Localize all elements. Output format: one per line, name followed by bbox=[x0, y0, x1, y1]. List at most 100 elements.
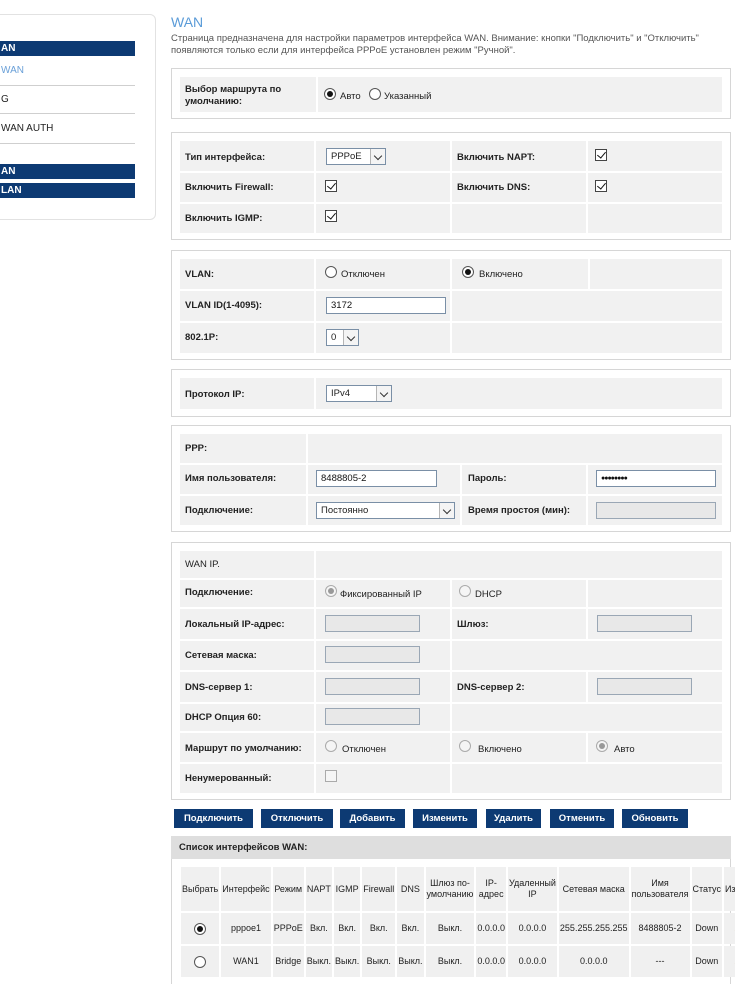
col-igmp: IGMP bbox=[333, 867, 361, 911]
napt-checkbox[interactable] bbox=[595, 149, 607, 161]
wanip-connection-label: Подключение: bbox=[185, 587, 254, 598]
cell-dns: Вкл. bbox=[397, 913, 424, 944]
ppp-idle-input[interactable] bbox=[596, 502, 716, 519]
iface-type-select[interactable]: PPPoE bbox=[326, 148, 386, 165]
col-remote-ip: Удаленный IP bbox=[507, 867, 557, 911]
cell-mode: PPPoE bbox=[272, 913, 304, 944]
chevron-down-icon bbox=[439, 503, 454, 518]
iface-type-label: Тип интерфейса: bbox=[185, 152, 266, 163]
add-button[interactable]: Добавить bbox=[340, 809, 405, 828]
vlan-label: VLAN: bbox=[185, 269, 215, 280]
wanip-dhcp-label: DHCP bbox=[475, 589, 502, 600]
vlan-off-label: Отключен bbox=[341, 269, 385, 280]
col-select: Выбрать bbox=[181, 867, 220, 911]
ppp-password-label: Пароль: bbox=[468, 473, 507, 484]
ppp-idle-label: Время простоя (мин): bbox=[468, 505, 571, 516]
default-route-auto-radio[interactable] bbox=[596, 740, 608, 752]
modify-button[interactable]: Изменить bbox=[413, 809, 477, 828]
vlan-priority-select[interactable]: 0 bbox=[326, 329, 359, 346]
dhcp60-input[interactable] bbox=[325, 708, 420, 725]
default-route-off-radio[interactable] bbox=[325, 740, 337, 752]
cell-remote-ip: 0.0.0.0 bbox=[507, 946, 557, 977]
cell-napt: Выкл. bbox=[305, 946, 332, 977]
ppp-connection-select[interactable]: Постоянно bbox=[316, 502, 455, 519]
vlan-id-input[interactable] bbox=[326, 297, 446, 314]
protocol-panel: Протокол IP: IPv4 bbox=[171, 369, 731, 417]
route-label: Выбор маршрута по умолчанию: bbox=[185, 84, 282, 107]
default-route-label: Маршрут по умолчанию: bbox=[185, 743, 302, 754]
local-ip-input[interactable] bbox=[325, 615, 420, 632]
default-route-on-radio[interactable] bbox=[459, 740, 471, 752]
dns2-input[interactable] bbox=[597, 678, 692, 695]
igmp-label: Включить IGMP: bbox=[185, 213, 263, 224]
cell-gateway: Выкл. bbox=[425, 946, 475, 977]
chevron-down-icon bbox=[376, 386, 391, 401]
cell-igmp: Выкл. bbox=[333, 946, 361, 977]
cell-user: --- bbox=[630, 946, 690, 977]
col-mask: Сетевая маска bbox=[558, 867, 629, 911]
unnumbered-checkbox[interactable] bbox=[325, 770, 337, 782]
local-ip-label: Локальный IP-адрес: bbox=[185, 619, 285, 630]
row-select-radio[interactable] bbox=[194, 955, 207, 968]
wanip-panel: WAN IP. Подключение: Фиксированный IP DH… bbox=[171, 542, 731, 800]
sidebar-divider bbox=[0, 143, 135, 144]
ppp-title: PPP: bbox=[185, 443, 208, 454]
cell-ip: 0.0.0.0 bbox=[476, 913, 506, 944]
cell-dns: Выкл. bbox=[397, 946, 424, 977]
row-select-radio[interactable] bbox=[194, 922, 207, 935]
sidebar-item-wan[interactable]: WAN bbox=[0, 64, 135, 78]
dns2-label: DNS-сервер 2: bbox=[457, 682, 525, 693]
dns1-label: DNS-сервер 1: bbox=[185, 682, 253, 693]
cell-mask: 0.0.0.0 bbox=[558, 946, 629, 977]
route-panel: Выбор маршрута по умолчанию: Авто Указан… bbox=[171, 68, 731, 119]
col-edit: Изменить bbox=[723, 867, 735, 911]
route-specified-radio[interactable] bbox=[369, 88, 381, 100]
sidebar-divider bbox=[0, 85, 135, 86]
sidebar-item-lan-group[interactable]: LAN bbox=[0, 183, 135, 198]
delete-button[interactable]: Удалить bbox=[486, 809, 541, 828]
route-auto-radio[interactable] bbox=[324, 88, 336, 100]
cell-ip: 0.0.0.0 bbox=[476, 946, 506, 977]
vlan-on-label: Включено bbox=[479, 269, 523, 280]
igmp-checkbox[interactable] bbox=[325, 210, 337, 222]
unnumbered-label: Ненумерованный: bbox=[185, 773, 272, 784]
refresh-button[interactable]: Обновить bbox=[622, 809, 688, 828]
cell-status: Down bbox=[691, 913, 722, 944]
disconnect-button[interactable]: Отключить bbox=[261, 809, 333, 828]
ppp-user-label: Имя пользователя: bbox=[185, 473, 277, 484]
vlan-on-radio[interactable] bbox=[462, 266, 474, 278]
col-interface: Интерфейс bbox=[221, 867, 271, 911]
ppp-password-input[interactable]: ●●●●●●●● bbox=[596, 470, 716, 487]
wan-list-table: Выбрать Интерфейс Режим NAPT IGMP Firewa… bbox=[179, 865, 735, 979]
ppp-user-input[interactable] bbox=[316, 470, 437, 487]
sidebar-item-wan-group[interactable]: AN bbox=[0, 41, 135, 56]
table-row[interactable]: WAN1 Bridge Выкл. Выкл. Выкл. Выкл. Выкл… bbox=[181, 946, 735, 977]
sidebar-item-an-group[interactable]: AN bbox=[0, 164, 135, 179]
netmask-input[interactable] bbox=[325, 646, 420, 663]
sidebar-item-wan-auth[interactable]: WAN AUTH bbox=[0, 122, 135, 136]
cell-interface: pppoe1 bbox=[221, 913, 271, 944]
firewall-label: Включить Firewall: bbox=[185, 182, 274, 193]
cancel-button[interactable]: Отменить bbox=[550, 809, 614, 828]
sidebar-divider bbox=[0, 113, 135, 114]
dns-checkbox[interactable] bbox=[595, 180, 607, 192]
col-user: Имя пользователя bbox=[630, 867, 690, 911]
cell-igmp: Вкл. bbox=[333, 913, 361, 944]
cell-user: 8488805-2 bbox=[630, 913, 690, 944]
default-route-on-label: Включено bbox=[478, 744, 522, 755]
protocol-select[interactable]: IPv4 bbox=[326, 385, 392, 402]
vlan-off-radio[interactable] bbox=[325, 266, 337, 278]
vlan-panel: VLAN: Отключен Включено VLAN ID(1-4095):… bbox=[171, 250, 731, 360]
gateway-input[interactable] bbox=[597, 615, 692, 632]
table-row[interactable]: pppoe1 PPPoE Вкл. Вкл. Вкл. Вкл. Выкл. 0… bbox=[181, 913, 735, 944]
protocol-label: Протокол IP: bbox=[185, 389, 245, 400]
col-mode: Режим bbox=[272, 867, 304, 911]
firewall-checkbox[interactable] bbox=[325, 180, 337, 192]
dns1-input[interactable] bbox=[325, 678, 420, 695]
wanip-dhcp-radio[interactable] bbox=[459, 585, 471, 597]
sidebar-item-g[interactable]: G bbox=[0, 93, 135, 107]
connect-button[interactable]: Подключить bbox=[174, 809, 253, 828]
vlan-priority-label: 802.1P: bbox=[185, 332, 219, 343]
cell-firewall: Вкл. bbox=[362, 913, 396, 944]
wanip-fixed-radio[interactable] bbox=[325, 585, 337, 597]
